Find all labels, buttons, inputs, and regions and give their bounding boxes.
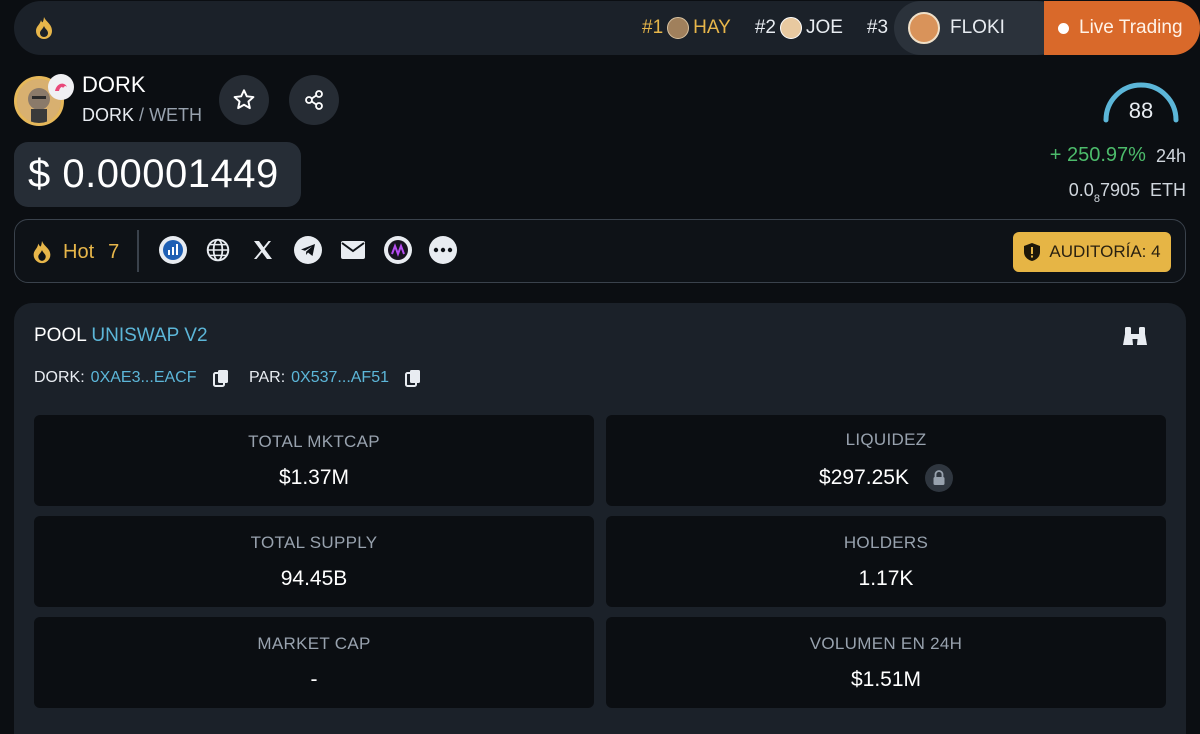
app-icon[interactable] bbox=[384, 236, 412, 264]
stat-value: - bbox=[310, 667, 318, 691]
trending-symbol: FLOKI bbox=[950, 17, 1005, 38]
audit-button[interactable]: AUDITORÍA: 4 bbox=[1013, 232, 1171, 272]
pair-base: DORK bbox=[82, 105, 135, 125]
pool-panel: POOL UNISWAP V2 DORK: 0XAE3...EACF PAR: … bbox=[14, 303, 1186, 734]
binoculars-icon[interactable] bbox=[1122, 325, 1148, 347]
more-icon[interactable] bbox=[429, 236, 457, 264]
eth-unit: ETH bbox=[1150, 180, 1186, 200]
pool-dex-link[interactable]: UNISWAP V2 bbox=[91, 325, 207, 346]
share-icon bbox=[305, 90, 323, 110]
trending-item-1[interactable]: #1 HAY bbox=[642, 17, 731, 39]
stat-value: $1.51M bbox=[850, 667, 922, 691]
mail-icon[interactable] bbox=[339, 236, 367, 264]
social-links bbox=[159, 236, 457, 264]
stat-card-market-cap: MARKET CAP - bbox=[34, 617, 594, 708]
eth-price-rest: 7905 bbox=[1099, 180, 1140, 200]
score-value: 88 bbox=[1128, 98, 1154, 123]
hot-count: 7 bbox=[108, 240, 120, 263]
live-trading-label: Live Trading bbox=[1079, 17, 1183, 38]
stat-card-total-supply: TOTAL SUPPLY 94.45B bbox=[34, 516, 594, 607]
audit-label: AUDITORÍA: 4 bbox=[1049, 242, 1161, 261]
change-period: 24h bbox=[1155, 146, 1186, 166]
telegram-icon[interactable] bbox=[294, 236, 322, 264]
token-address-link[interactable]: 0XAE3...EACF bbox=[91, 369, 197, 387]
divider bbox=[137, 230, 139, 272]
token-address-row: DORK: 0XAE3...EACF bbox=[34, 369, 229, 387]
trending-item-3[interactable]: FLOKI bbox=[894, 1, 1064, 55]
trending-symbol: JOE bbox=[805, 17, 843, 38]
stat-value: 94.45B bbox=[280, 566, 348, 590]
stat-label: VOLUMEN EN 24H bbox=[809, 633, 963, 653]
copy-icon[interactable] bbox=[212, 369, 229, 387]
eth-price: 0.087905 ETH bbox=[1069, 180, 1186, 205]
trending-avatar bbox=[779, 17, 802, 39]
flame-icon bbox=[33, 240, 51, 264]
chain-badge-icon bbox=[48, 74, 74, 100]
pair-separator: / bbox=[139, 105, 145, 125]
copy-icon[interactable] bbox=[405, 369, 421, 387]
token-pair: DORK / WETH bbox=[82, 105, 202, 126]
trending-rank: #1 bbox=[642, 17, 664, 38]
trending-item-2[interactable]: #2 JOE bbox=[755, 17, 843, 39]
social-bar: Hot 7 AUDITORÍA: 4 bbox=[14, 219, 1186, 283]
hot-label: Hot bbox=[63, 240, 95, 263]
trending-list: #1 HAY #2 JOE #3 bbox=[642, 1, 888, 55]
stat-label: MARKET CAP bbox=[257, 633, 371, 653]
trending-rank: #2 bbox=[754, 17, 776, 38]
favorite-button[interactable] bbox=[219, 75, 269, 125]
pool-stats-grid: TOTAL MKTCAP $1.37M LIQUIDEZ $297.25K TO… bbox=[34, 415, 1166, 708]
trending-avatar bbox=[667, 17, 690, 39]
stat-value: $297.25K bbox=[819, 463, 953, 492]
hot-indicator[interactable]: Hot 7 bbox=[29, 234, 119, 270]
stat-card-holders: HOLDERS 1.17K bbox=[606, 516, 1166, 607]
flame-logo-icon[interactable] bbox=[30, 14, 58, 42]
token-price: $ 0.00001449 bbox=[14, 142, 301, 207]
share-button[interactable] bbox=[289, 75, 339, 125]
price-change: + 250.97% 24h bbox=[1050, 144, 1186, 168]
eth-price-prefix: 0.0 bbox=[1068, 180, 1094, 200]
star-icon bbox=[233, 89, 255, 110]
stat-card-liquidez: LIQUIDEZ $297.25K bbox=[606, 415, 1166, 506]
lock-icon[interactable] bbox=[924, 463, 953, 492]
change-percent: + 250.97% bbox=[1049, 144, 1146, 166]
stat-label: TOTAL MKTCAP bbox=[248, 431, 380, 451]
stat-label: TOTAL SUPPLY bbox=[250, 532, 378, 552]
chart-icon[interactable] bbox=[159, 236, 187, 264]
token-address-key: DORK: bbox=[34, 369, 85, 386]
pair-quote: WETH bbox=[149, 105, 203, 125]
stat-value: $1.37M bbox=[278, 465, 350, 489]
pool-title: POOL UNISWAP V2 bbox=[34, 325, 208, 347]
pool-label: POOL bbox=[34, 325, 87, 346]
stat-card-volume-24h: VOLUMEN EN 24H $1.51M bbox=[606, 617, 1166, 708]
live-dot-icon bbox=[1058, 22, 1069, 34]
trending-avatar bbox=[908, 12, 940, 44]
stat-card-total-mktcap: TOTAL MKTCAP $1.37M bbox=[34, 415, 594, 506]
shield-alert-icon bbox=[1024, 243, 1041, 261]
pair-address-link[interactable]: 0X537...AF51 bbox=[291, 369, 389, 387]
pair-address-row: PAR: 0X537...AF51 bbox=[249, 369, 421, 387]
trending-item-3-rank[interactable]: #3 bbox=[867, 17, 888, 39]
globe-icon[interactable] bbox=[204, 236, 232, 264]
stat-label: LIQUIDEZ bbox=[845, 429, 927, 449]
trending-symbol: HAY bbox=[693, 17, 731, 38]
token-name: DORK bbox=[82, 72, 146, 97]
pair-address-key: PAR: bbox=[249, 369, 286, 386]
top-bar: #1 HAY #2 JOE #3 FLOKI Live Trading bbox=[14, 1, 1200, 55]
stat-label: HOLDERS bbox=[843, 532, 929, 552]
stat-value: 1.17K bbox=[858, 566, 914, 590]
trending-rank: #3 bbox=[866, 17, 889, 38]
live-trading-button[interactable]: Live Trading bbox=[1044, 1, 1200, 55]
x-icon[interactable] bbox=[249, 236, 277, 264]
